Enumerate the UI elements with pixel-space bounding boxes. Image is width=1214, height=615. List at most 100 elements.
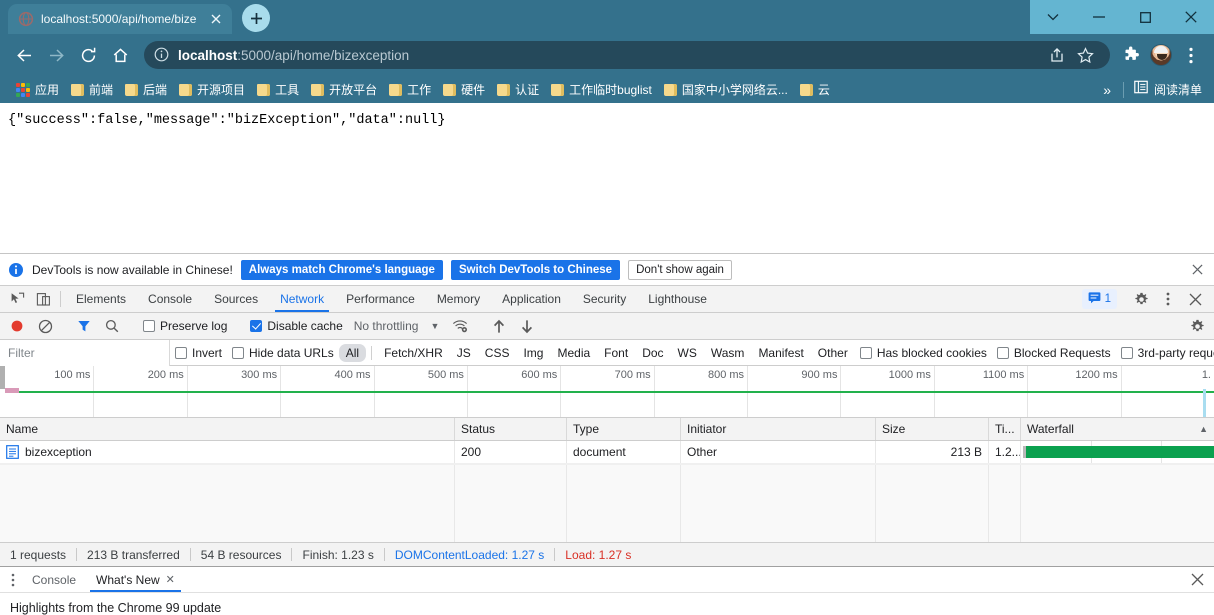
filter-input[interactable] — [0, 340, 170, 366]
devtools-tab-sources[interactable]: Sources — [203, 286, 269, 312]
kebab-menu-icon[interactable] — [4, 567, 22, 592]
always-match-language-button[interactable]: Always match Chrome's language — [241, 260, 443, 280]
blocked-requests-checkbox[interactable]: Blocked Requests — [992, 346, 1116, 360]
disable-cache-checkbox[interactable]: Disable cache — [245, 319, 347, 333]
chevron-down-icon[interactable]: ▼ — [424, 321, 445, 331]
devtools-tab-network[interactable]: Network — [269, 286, 335, 312]
kebab-menu-icon[interactable] — [1155, 292, 1181, 306]
devtools-tab-security[interactable]: Security — [572, 286, 637, 312]
home-icon[interactable] — [104, 39, 136, 71]
bookmark-item[interactable]: 认证 — [491, 79, 545, 100]
preserve-log-checkbox[interactable]: Preserve log — [138, 319, 232, 333]
bookmark-item[interactable]: 后端 — [119, 79, 173, 100]
back-arrow-icon[interactable] — [8, 39, 40, 71]
search-icon[interactable] — [99, 319, 125, 333]
bookmark-apps[interactable]: 应用 — [10, 79, 65, 100]
share-icon[interactable] — [1044, 42, 1070, 68]
bookmark-item[interactable]: 国家中小学网络云... — [658, 79, 794, 100]
chevron-down-icon[interactable] — [1030, 0, 1076, 34]
devtools-tab-memory[interactable]: Memory — [426, 286, 491, 312]
filter-type-doc[interactable]: Doc — [635, 344, 670, 362]
column-header-name[interactable]: Name — [0, 418, 455, 440]
puzzle-icon[interactable] — [1116, 39, 1146, 71]
filter-type-manifest[interactable]: Manifest — [751, 344, 810, 362]
device-toolbar-icon[interactable] — [30, 286, 56, 312]
bookmark-item[interactable]: 开放平台 — [305, 79, 383, 100]
drawer-tab-whats-new[interactable]: What's New ✕ — [86, 567, 185, 592]
bookmark-item[interactable]: 前端 — [65, 79, 119, 100]
filter-type-img[interactable]: Img — [516, 344, 550, 362]
gear-icon[interactable] — [1184, 319, 1210, 334]
info-circle-icon[interactable] — [154, 47, 170, 63]
bookmark-item[interactable]: 工作 — [383, 79, 437, 100]
devtools-tab-performance[interactable]: Performance — [335, 286, 426, 312]
reading-list-button[interactable]: 阅读清单 — [1128, 78, 1208, 101]
has-blocked-cookies-checkbox[interactable]: Has blocked cookies — [855, 346, 992, 360]
column-header-waterfall[interactable]: Waterfall ▲ — [1021, 418, 1214, 440]
column-header-status[interactable]: Status — [455, 418, 567, 440]
devtools-tab-elements[interactable]: Elements — [65, 286, 137, 312]
kebab-menu-icon[interactable] — [1176, 39, 1206, 71]
bookmark-item[interactable]: 工具 — [251, 79, 305, 100]
forward-arrow-icon[interactable] — [40, 39, 72, 71]
invert-checkbox[interactable]: Invert — [170, 346, 227, 360]
bookmark-label: 云 — [818, 81, 830, 98]
dont-show-again-button[interactable]: Don't show again — [628, 260, 732, 280]
filter-type-ws[interactable]: WS — [671, 344, 704, 362]
upload-arrow-icon[interactable] — [486, 319, 512, 334]
address-bar[interactable]: localhost:5000/api/home/bizexception — [144, 41, 1110, 69]
clear-prohibited-icon[interactable] — [32, 319, 58, 334]
filter-type-fetch-xhr[interactable]: Fetch/XHR — [377, 344, 450, 362]
star-icon[interactable] — [1072, 42, 1098, 68]
bookmark-item[interactable]: 开源项目 — [173, 79, 251, 100]
close-icon[interactable] — [1184, 573, 1210, 586]
download-arrow-icon[interactable] — [514, 319, 540, 334]
throttling-select[interactable]: No throttling — [350, 319, 423, 333]
column-header-type[interactable]: Type — [567, 418, 681, 440]
devtools-tab-lighthouse[interactable]: Lighthouse — [637, 286, 718, 312]
browser-window: localhost:5000/api/home/bize — [0, 0, 1214, 615]
avatar[interactable] — [1150, 44, 1172, 66]
gear-icon[interactable] — [1128, 292, 1154, 307]
new-tab-button[interactable] — [242, 4, 270, 32]
switch-devtools-language-button[interactable]: Switch DevTools to Chinese — [451, 260, 620, 280]
column-header-time[interactable]: Ti... — [989, 418, 1021, 440]
status-finish: Finish: 1.23 s — [302, 548, 373, 562]
bookmark-item[interactable]: 云 — [794, 79, 836, 100]
filter-type-css[interactable]: CSS — [478, 344, 517, 362]
message-count-badge[interactable]: 1 — [1082, 289, 1117, 309]
filter-type-media[interactable]: Media — [550, 344, 597, 362]
record-circle-icon[interactable] — [4, 319, 30, 333]
tab-close-icon[interactable] — [208, 11, 224, 27]
browser-tab[interactable]: localhost:5000/api/home/bize — [8, 4, 232, 34]
close-icon[interactable] — [1182, 293, 1208, 306]
devtools-tab-application[interactable]: Application — [491, 286, 572, 312]
funnel-filter-icon[interactable] — [71, 319, 97, 333]
wifi-settings-icon[interactable] — [447, 319, 473, 333]
bookmark-item[interactable]: 硬件 — [437, 79, 491, 100]
filter-type-js[interactable]: JS — [450, 344, 478, 362]
close-icon[interactable] — [1168, 0, 1214, 34]
third-party-requests-checkbox[interactable]: 3rd-party requests — [1116, 346, 1214, 360]
minimize-icon[interactable] — [1076, 0, 1122, 34]
filter-type-all[interactable]: All — [339, 344, 366, 362]
column-header-initiator[interactable]: Initiator — [681, 418, 876, 440]
bookmark-label: 工具 — [275, 81, 299, 98]
filter-type-wasm[interactable]: Wasm — [704, 344, 752, 362]
network-overview-timeline[interactable]: 100 ms200 ms300 ms400 ms500 ms600 ms700 … — [0, 366, 1214, 418]
drawer-tab-console[interactable]: Console — [22, 567, 86, 592]
column-header-size[interactable]: Size — [876, 418, 989, 440]
maximize-icon[interactable] — [1122, 0, 1168, 34]
close-icon[interactable]: ✕ — [166, 573, 175, 586]
reload-icon[interactable] — [72, 39, 104, 71]
timeline-left-grip[interactable] — [0, 366, 5, 389]
filter-type-font[interactable]: Font — [597, 344, 635, 362]
devtools-tab-console[interactable]: Console — [137, 286, 203, 312]
bookmark-item[interactable]: 工作临时buglist — [545, 79, 658, 100]
hide-data-urls-checkbox[interactable]: Hide data URLs — [227, 346, 339, 360]
bookmarks-overflow-button[interactable]: » — [1095, 82, 1119, 98]
filter-type-other[interactable]: Other — [811, 344, 855, 362]
inspect-element-icon[interactable] — [4, 286, 30, 312]
table-row[interactable]: bizexception 200 document Other 213 B 1.… — [0, 441, 1214, 464]
close-icon[interactable] — [1188, 261, 1206, 279]
